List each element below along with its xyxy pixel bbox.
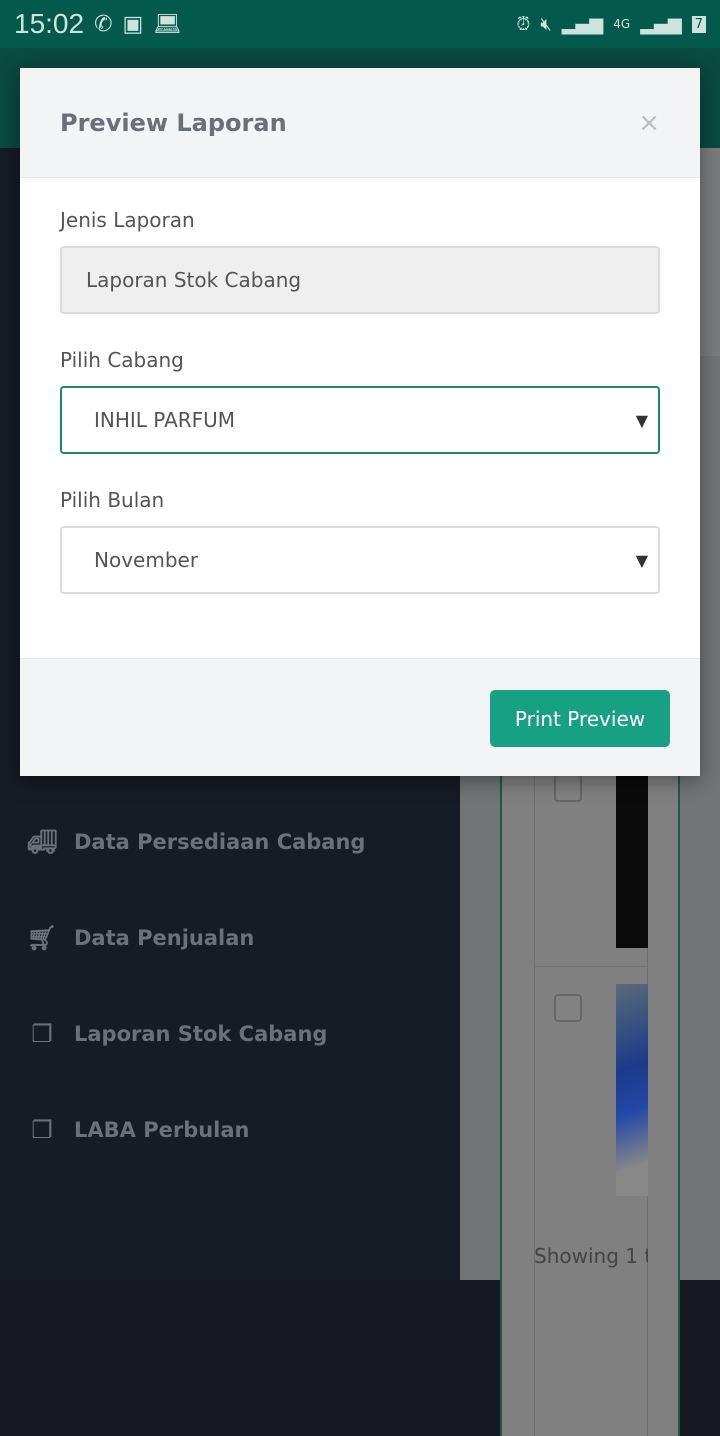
pilih-bulan-label: Pilih Bulan (60, 488, 165, 512)
cart-icon: 🛒︎ (26, 924, 58, 952)
sidebar-item-label: Data Persediaan Cabang (74, 830, 366, 854)
sidebar-item-label: LABA Perbulan (74, 1118, 250, 1142)
modal-footer: Print Preview (20, 658, 700, 776)
file-copy-icon: ❐ (31, 1116, 53, 1144)
preview-laporan-modal: Preview Laporan × Jenis Laporan Laporan … (20, 68, 700, 776)
status-bar: 15:02 ✆ ▣ 💻︎ ⏰︎ 🔇︎ ▂▄▆ 4G ▂▄▆ 7 (0, 0, 720, 48)
alarm-icon: ⏰︎ (516, 13, 531, 35)
modal-header: Preview Laporan × (20, 68, 700, 178)
jenis-laporan-field: Laporan Stok Cabang (60, 246, 660, 314)
mute-icon: 🔇︎ (540, 13, 552, 35)
row-checkbox[interactable] (554, 774, 582, 802)
bulan-select[interactable]: November ▼ (60, 526, 660, 594)
clock: 15:02 (14, 8, 85, 39)
product-image (616, 776, 648, 948)
product-image (616, 984, 648, 1196)
cabang-select[interactable]: INHIL PARFUM ▼ (60, 386, 660, 454)
sidebar-item-persediaan[interactable]: 🚚︎ Data Persediaan Cabang (26, 828, 366, 856)
signal-icon: ▂▄▆ (561, 13, 604, 35)
network-type: 4G (613, 17, 631, 31)
truck-icon: 🚚︎ (26, 828, 58, 856)
signal-icon: ▂▄▆ (640, 13, 682, 35)
dropdown-arrow-icon: ▼ (635, 410, 648, 430)
sidebar-item-label: Laporan Stok Cabang (74, 1022, 328, 1046)
sidebar-item-laporan-stok[interactable]: ❐ Laporan Stok Cabang (26, 1020, 327, 1048)
whatsapp-icon: ✆ (94, 11, 113, 37)
jenis-laporan-label: Jenis Laporan (60, 208, 195, 232)
close-icon[interactable]: × (638, 108, 660, 138)
bulan-selected-value: November (94, 548, 199, 572)
cabang-selected-value: INHIL PARFUM (94, 408, 236, 432)
modal-title: Preview Laporan (60, 108, 287, 137)
pagination-info: Showing 1 t (534, 1244, 648, 1268)
sidebar-item-label: Data Penjualan (74, 926, 255, 950)
image-icon: ▣ (122, 11, 144, 37)
sidebar-item-penjualan[interactable]: 🛒︎ Data Penjualan (26, 924, 255, 952)
print-preview-button[interactable]: Print Preview (490, 690, 670, 747)
dropdown-arrow-icon: ▼ (635, 550, 648, 570)
row-checkbox[interactable] (554, 994, 582, 1022)
pilih-cabang-label: Pilih Cabang (60, 348, 184, 372)
sidebar-item-laba[interactable]: ❐ LABA Perbulan (26, 1116, 250, 1144)
battery-icon: 7 (691, 15, 706, 33)
table-panel: Showing 1 t (500, 774, 680, 1436)
file-copy-icon: ❐ (31, 1020, 53, 1048)
laptop-icon: 💻︎ (153, 11, 182, 37)
